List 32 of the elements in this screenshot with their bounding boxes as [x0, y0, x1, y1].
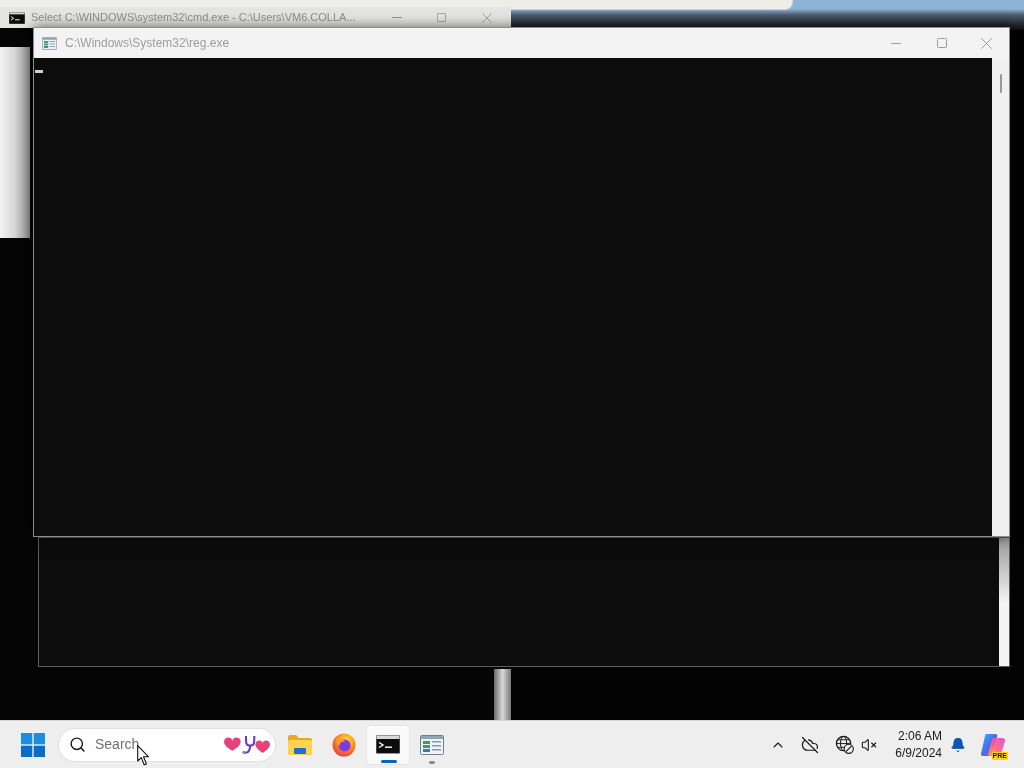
text-cursor	[35, 70, 43, 73]
bell-icon	[950, 736, 966, 753]
maximize-icon	[936, 38, 947, 48]
terminal-icon	[9, 11, 25, 24]
scrollbar	[494, 669, 511, 720]
window-app-icon	[420, 734, 444, 755]
hearts-stethoscope-icon	[224, 735, 270, 754]
globe-icon	[835, 735, 854, 754]
minimize-icon	[891, 42, 901, 44]
terminal-icon	[376, 735, 400, 754]
four-squares-icon	[21, 732, 45, 757]
close-icon	[482, 12, 492, 23]
window-app-icon	[42, 36, 57, 50]
maximize-icon	[436, 13, 446, 22]
active-indicator	[381, 759, 397, 763]
taskbar-app-button[interactable]	[366, 724, 410, 765]
scrollbar-thumb[interactable]	[999, 74, 1002, 93]
browser-icon	[332, 732, 356, 757]
minimize-icon	[392, 17, 402, 18]
folder-icon	[287, 733, 313, 756]
cloud-off-icon	[801, 735, 819, 754]
search-icon	[69, 736, 86, 753]
close-icon	[981, 37, 992, 49]
running-indicator	[429, 760, 435, 764]
colorful-app-icon	[980, 732, 1006, 757]
window-title: Select C:\WINDOWS\system32\cmd.exe - C:\Users\VM6.COLLA...	[31, 10, 356, 26]
search-bar[interactable]: Search	[58, 727, 276, 762]
mouse-pointer-icon	[137, 745, 150, 766]
speaker-muted-icon	[861, 736, 877, 753]
clock-button[interactable]: 2:06 AM 6/9/2024	[888, 724, 942, 765]
search-input[interactable]: Search	[95, 734, 155, 755]
window-title: C:\Windows\System32\reg.exe	[65, 35, 230, 52]
